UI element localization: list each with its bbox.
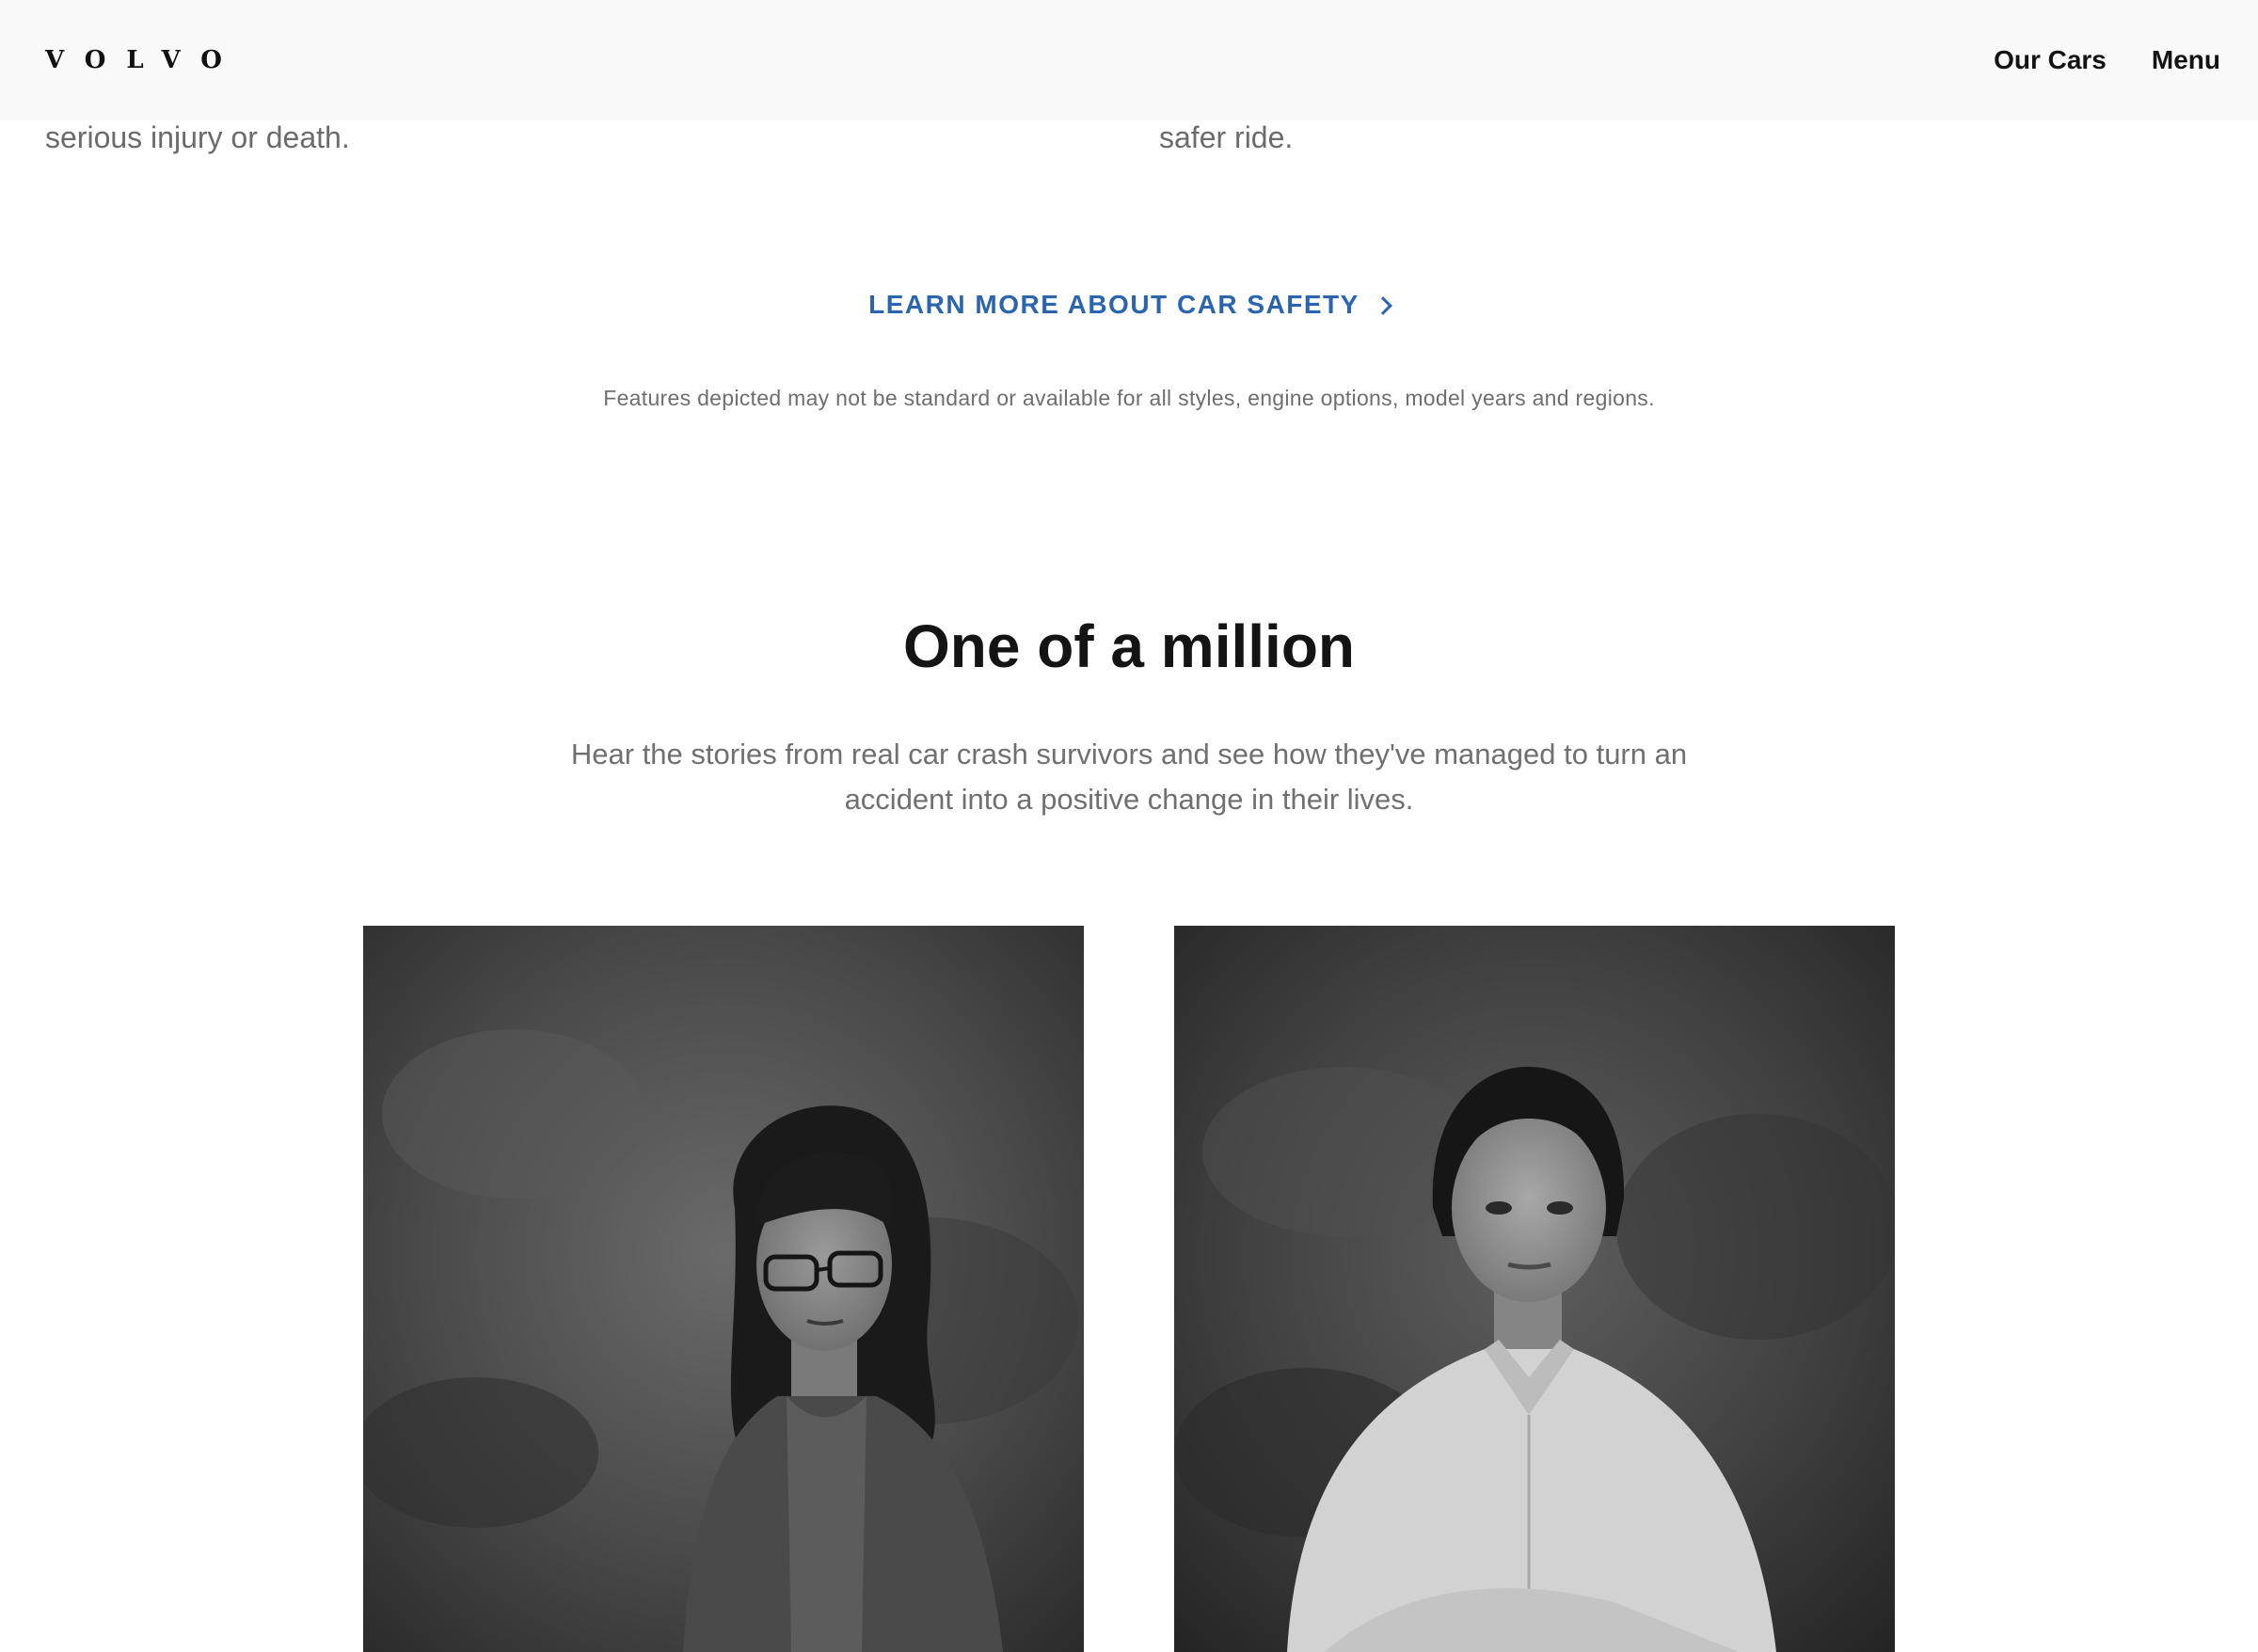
top-navigation: VOLVO Our Cars Menu (0, 0, 2258, 120)
chevron-right-icon (1373, 296, 1392, 315)
cta-label: LEARN MORE ABOUT CAR SAFETY (868, 290, 1360, 319)
volvo-logo[interactable]: VOLVO (45, 46, 243, 74)
cta-container: LEARN MORE ABOUT CAR SAFETY (0, 290, 2258, 320)
features-disclaimer: Features depicted may not be standard or… (603, 386, 1655, 410)
learn-more-car-safety-link[interactable]: LEARN MORE ABOUT CAR SAFETY (868, 290, 1392, 320)
section-title: One of a million (902, 612, 1356, 680)
our-cars-link[interactable]: Our Cars (1994, 45, 2107, 75)
previous-section-text-left: serious injury or death. (45, 120, 350, 154)
portrait-image-2 (1174, 926, 1895, 1652)
previous-section-text-right: safer ride. (1159, 120, 1294, 154)
portrait-image-1 (363, 926, 1084, 1652)
menu-button[interactable]: Menu (2152, 45, 2220, 75)
survivor-portrait-2[interactable] (1174, 926, 1895, 1652)
section-description: Hear the stories from real car crash sur… (570, 738, 1688, 816)
survivor-portrait-1[interactable] (363, 926, 1084, 1652)
page: VOLVO Our Cars Menu serious injury or de… (0, 0, 2258, 1652)
nav-links: Our Cars Menu (1994, 45, 2220, 75)
